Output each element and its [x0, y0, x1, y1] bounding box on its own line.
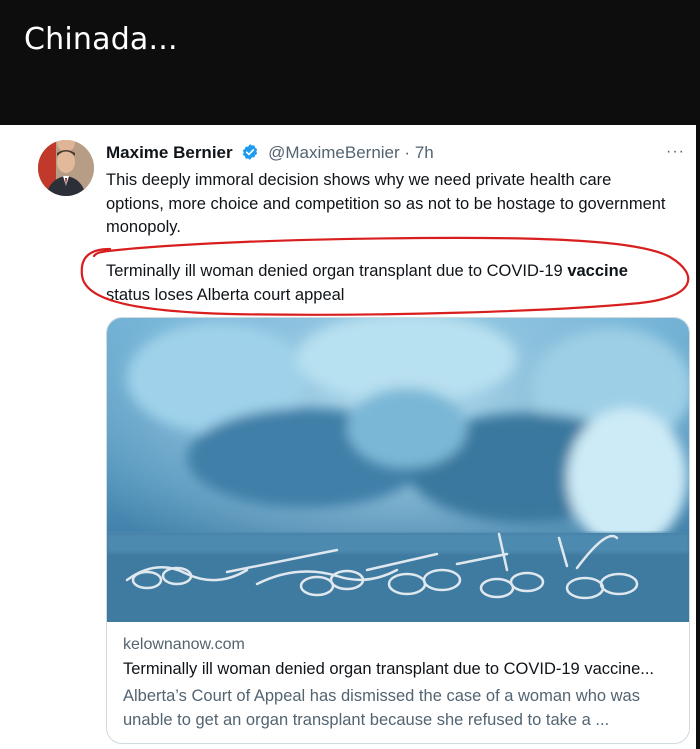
card-description: Alberta’s Court of Appeal has dismissed … [123, 687, 640, 729]
tweet-card[interactable]: Maxime Bernier @MaximeBernier · 7h ··· T… [0, 125, 700, 749]
top-bar: Chinada... [0, 0, 700, 125]
card-title[interactable]: Terminally ill woman denied organ transp… [123, 660, 679, 679]
caption: Chinada... [24, 22, 178, 57]
link-preview-card[interactable]: kelownanow.com Terminally ill woman deni… [106, 317, 690, 744]
red-highlight-circle [80, 236, 690, 316]
right-edge [696, 125, 700, 749]
card-domain: kelownanow.com [123, 636, 245, 653]
surgery-photo [107, 318, 689, 622]
